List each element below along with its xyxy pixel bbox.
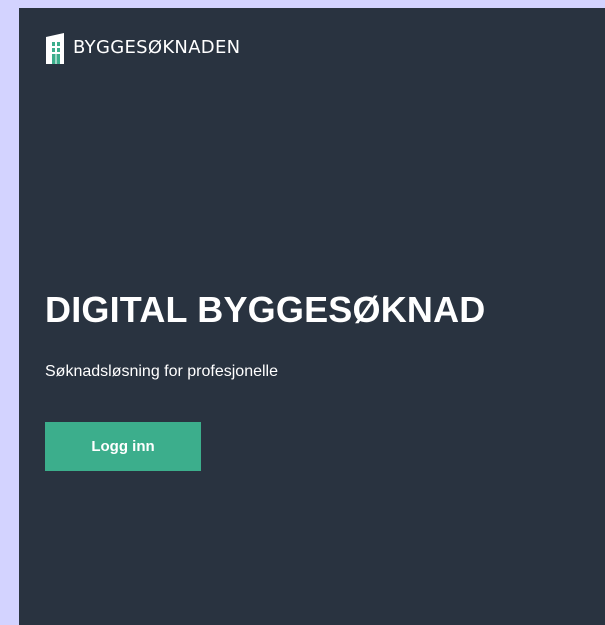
- building-icon: [46, 33, 64, 64]
- brand-logo[interactable]: BYGGESØKNADEN: [44, 31, 240, 65]
- login-button[interactable]: Logg inn: [45, 422, 201, 471]
- page-subtitle: Søknadsløsning for profesjonelle: [45, 363, 279, 380]
- app-screen: BYGGESØKNADEN DIGITAL BYGGESØKNAD Søknad…: [19, 8, 605, 625]
- page-title: DIGITAL BYGGESØKNAD: [45, 289, 486, 330]
- brand-name: BYGGESØKNADEN: [73, 37, 241, 58]
